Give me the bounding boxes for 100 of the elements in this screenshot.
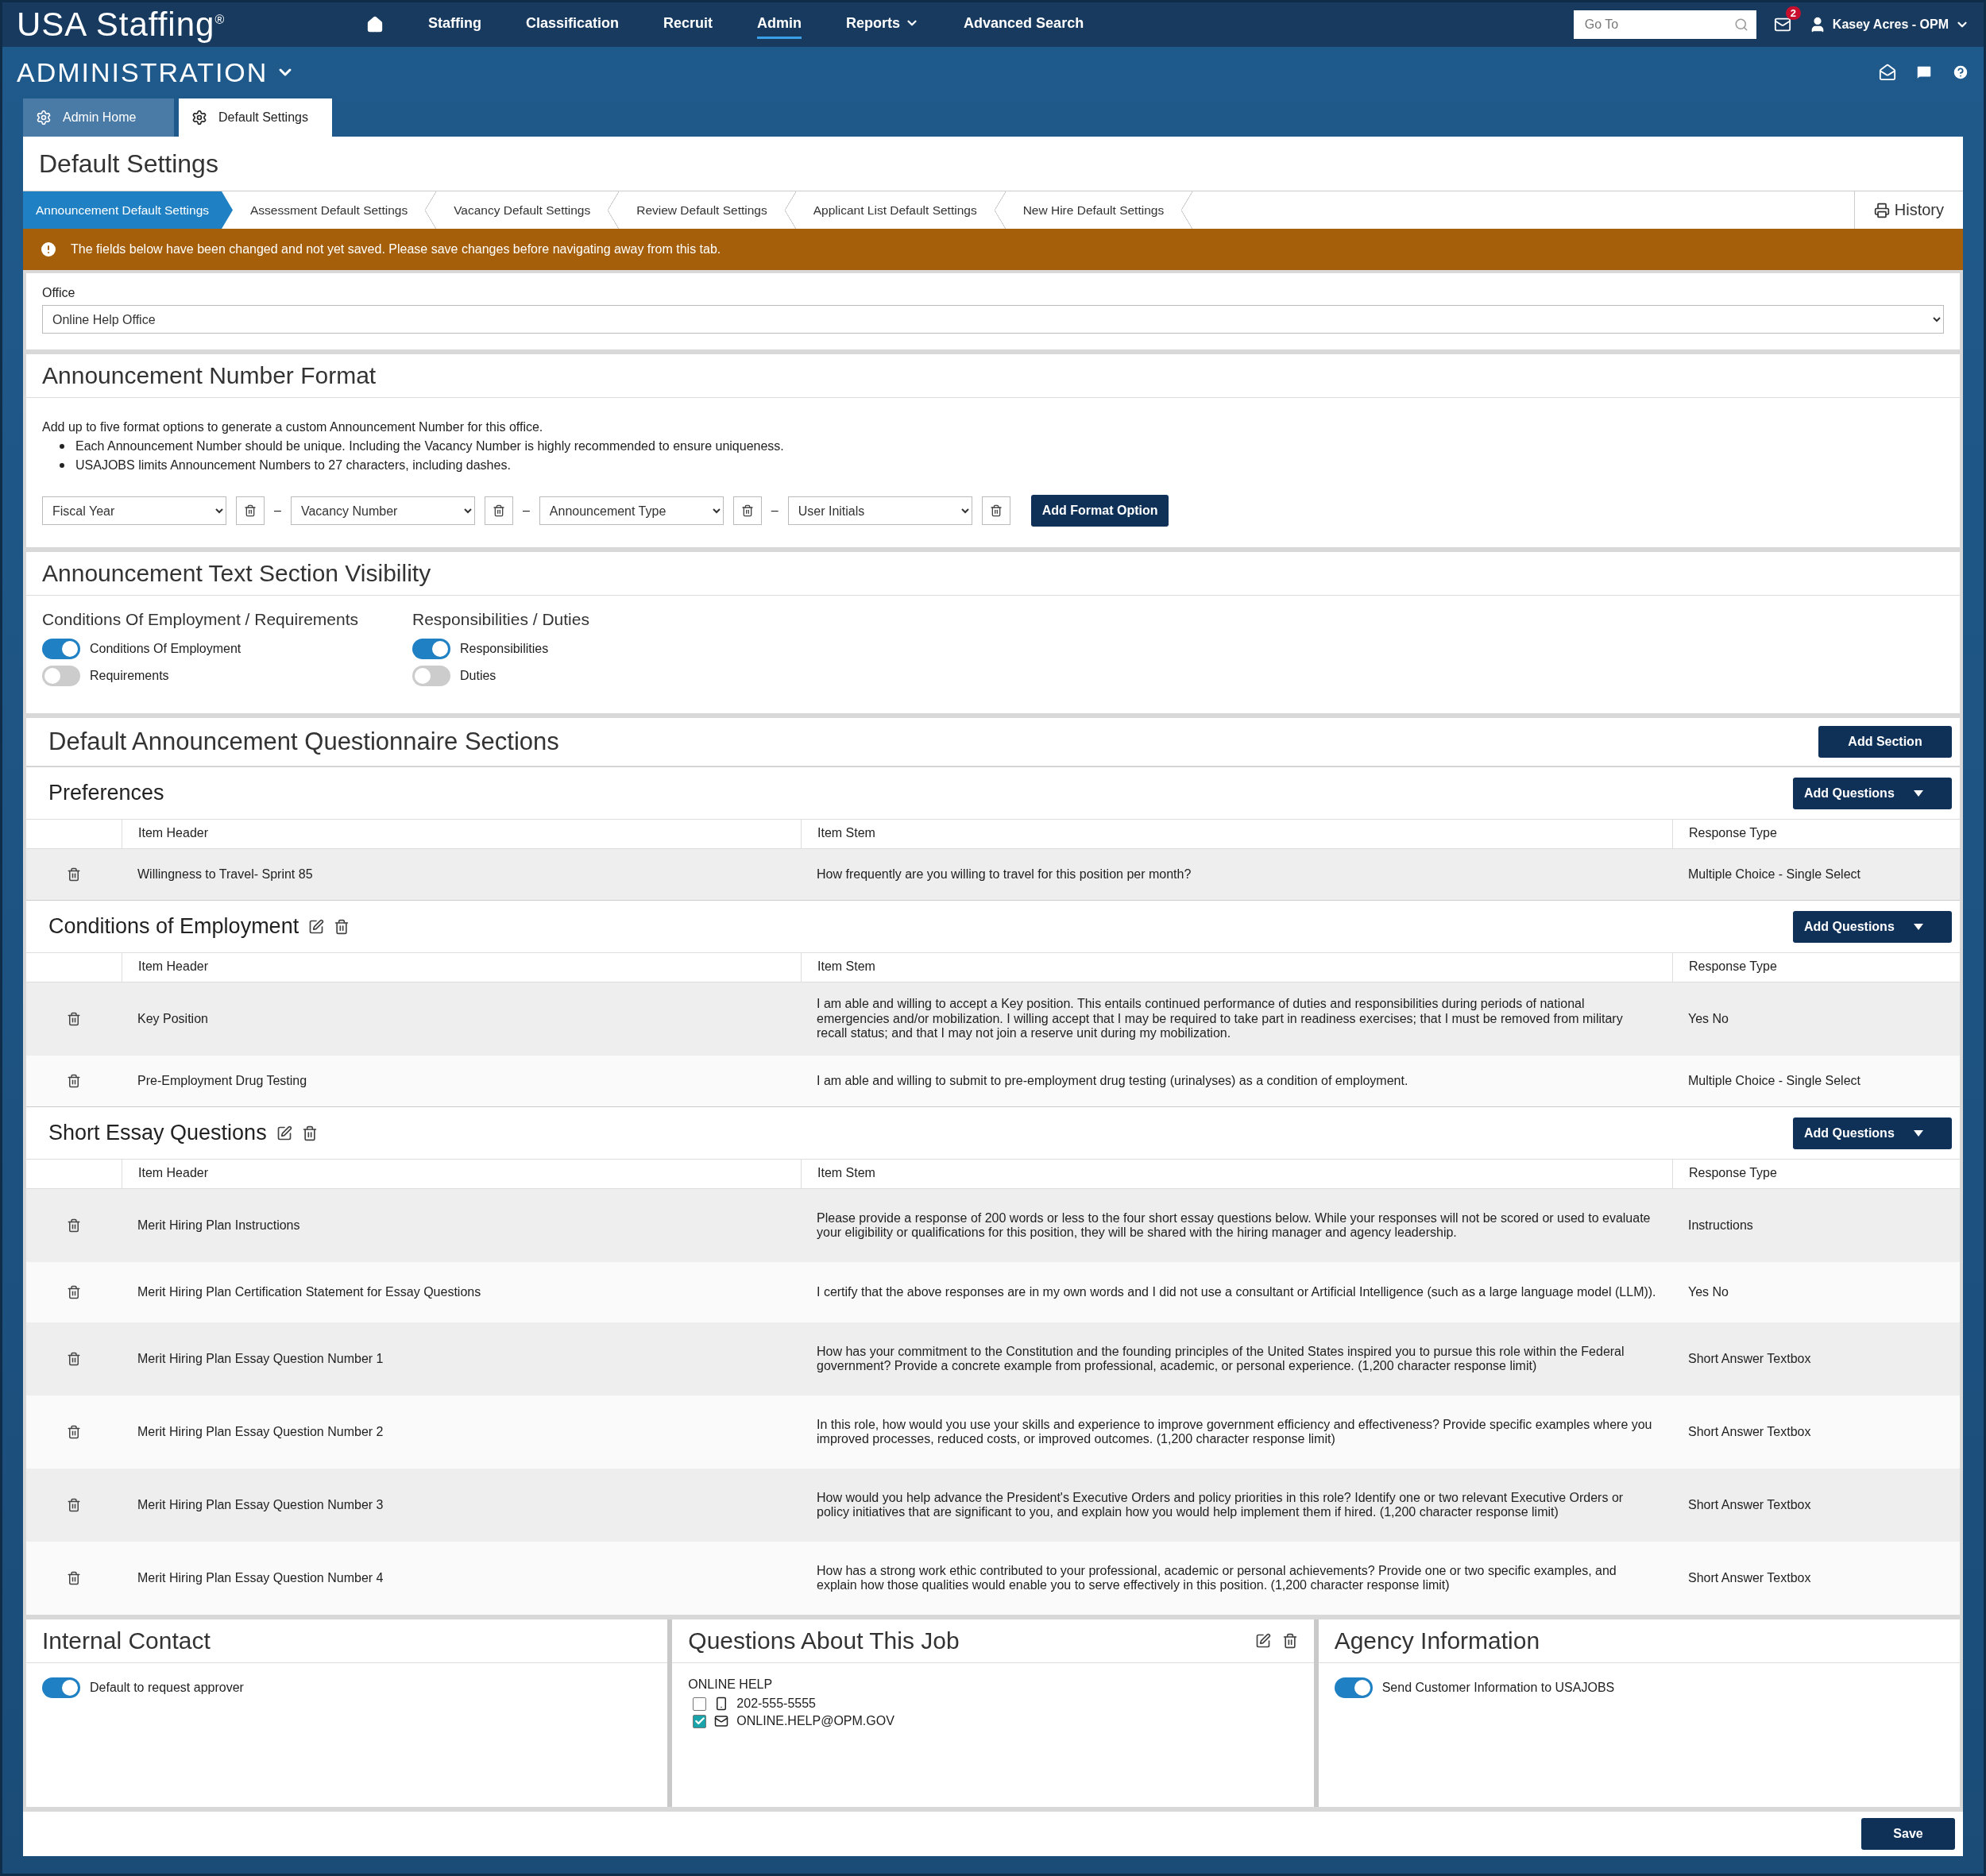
home-icon[interactable] (366, 15, 384, 33)
delete-icon[interactable] (67, 1285, 81, 1299)
separator-dash: – (771, 504, 779, 518)
page-title: Default Settings (23, 137, 1963, 191)
section-heading: Announcement Number Format (26, 354, 1960, 398)
search-field[interactable]: Go To (1573, 10, 1756, 39)
delete-icon[interactable] (67, 1352, 81, 1366)
delete-button[interactable] (981, 496, 1010, 525)
add-questions-button[interactable]: Add Questions (1793, 910, 1952, 943)
printer-icon (1873, 202, 1890, 218)
table-cell: Short Answer Textbox (1672, 1469, 1960, 1542)
checkbox[interactable] (693, 1697, 707, 1711)
section-title: Conditions of Employment (48, 914, 299, 939)
bullet-text: Each Announcement Number should be unique. Including the Vacancy Number is highly recommended to ensure uniqueness. (75, 439, 784, 454)
delete-icon[interactable] (67, 867, 81, 882)
save-button[interactable]: Save (1861, 1818, 1955, 1850)
nav-link[interactable]: Admin (757, 10, 802, 39)
settings-tab[interactable]: Assessment Default Settings (233, 191, 426, 229)
office-dropdown[interactable]: Online Help Office (42, 305, 1944, 334)
nav-link[interactable]: Classification (526, 10, 620, 39)
settings-tab[interactable]: Review Default Settings (619, 191, 785, 229)
toggle-label: Send Customer Information to USAJOBS (1381, 1681, 1615, 1695)
delete-icon[interactable] (67, 1425, 81, 1439)
intro-text: Add up to five format options to generate a custom Announcement Number for this office. (42, 420, 544, 434)
nav-link[interactable]: Reports (846, 10, 920, 39)
edit-icon[interactable] (308, 918, 325, 935)
add-format-option-button[interactable]: Add Format Option (1030, 495, 1169, 527)
toggle-switch[interactable] (412, 666, 450, 686)
toggle-switch[interactable] (42, 1677, 80, 1698)
column-header: Item Header (122, 1160, 801, 1188)
table-cell: Yes No (1672, 1262, 1960, 1322)
settings-tab[interactable]: Announcement Default Settings (23, 191, 233, 229)
caret-icon (1913, 1129, 1923, 1137)
warning-message: The fields below have been changed and not yet saved. Please save changes before navigating away from this tab. (71, 242, 721, 257)
checkbox[interactable] (693, 1714, 707, 1728)
edit-icon[interactable] (1254, 1633, 1271, 1649)
mail-open-icon[interactable] (1879, 64, 1896, 82)
caret-icon (1913, 923, 1923, 930)
toggle-switch[interactable] (412, 639, 450, 659)
search-icon[interactable] (1733, 17, 1748, 32)
delete-icon[interactable] (67, 1012, 81, 1026)
add-section-button[interactable]: Add Section (1818, 726, 1952, 758)
delete-icon[interactable] (67, 1571, 81, 1585)
trash-icon (492, 504, 505, 517)
format-dropdown[interactable]: User Initials (787, 496, 972, 525)
column-header: Item Stem (801, 820, 1672, 848)
table-cell: How has a strong work ethic contributed to your professional, academic or personal achievements? Provide one or two specific examples, and explain how those qualities would enable you to serve effectively in this position. (1,200 character response limit) (801, 1542, 1672, 1615)
nav-link[interactable]: Advanced Search (964, 10, 1084, 39)
toggle-switch[interactable] (42, 666, 80, 686)
notification-badge: 2 (1785, 6, 1801, 20)
delete-icon[interactable] (334, 918, 350, 935)
delete-button[interactable] (484, 496, 513, 525)
toggle-label: Conditions Of Employment (90, 642, 241, 656)
settings-tab[interactable]: New Hire Default Settings (1005, 191, 1182, 229)
add-questions-button[interactable]: Add Questions (1793, 1117, 1952, 1149)
edit-icon[interactable] (276, 1125, 292, 1141)
table-cell: Merit Hiring Plan Essay Question Number 1 (122, 1322, 801, 1395)
table-cell: Willingness to Travel- Sprint 85 (122, 849, 801, 900)
contact-detail: 202-555-5555 (736, 1697, 816, 1711)
page-tab[interactable]: Default Settings (179, 98, 332, 137)
logo: USA Staffing$^{®}$ (17, 5, 226, 44)
toggle-switch[interactable] (1334, 1677, 1373, 1698)
settings-tab[interactable]: Vacancy Default Settings (436, 191, 609, 229)
format-dropdown[interactable]: Fiscal Year (42, 496, 226, 525)
table-cell: Merit Hiring Plan Essay Question Number 2 (122, 1395, 801, 1469)
page-tab[interactable]: Admin Home (23, 98, 174, 137)
section-title: Preferences (48, 781, 164, 805)
trash-icon (244, 504, 257, 517)
nav-link[interactable]: Recruit (663, 10, 713, 39)
panel-title: Agency Information (1334, 1627, 1540, 1654)
field-label: Office (42, 286, 76, 300)
gear-icon (36, 110, 52, 125)
format-dropdown[interactable]: Vacancy Number (290, 496, 475, 525)
delete-button[interactable] (236, 496, 265, 525)
toggle-label: Responsibilities (460, 642, 549, 656)
module-title[interactable]: ADMINISTRATION (17, 56, 296, 88)
table-cell: Yes No (1672, 982, 1960, 1056)
bullet-icon (60, 444, 64, 449)
gear-icon (191, 110, 207, 125)
add-questions-button[interactable]: Add Questions (1793, 777, 1952, 809)
table-cell: Merit Hiring Plan Essay Question Number 4 (122, 1542, 801, 1615)
toggle-switch[interactable] (42, 639, 80, 659)
format-dropdown[interactable]: Announcement Type (539, 496, 724, 525)
contact-name: ONLINE HELP (688, 1677, 774, 1692)
delete-button[interactable] (732, 496, 762, 525)
delete-icon[interactable] (1281, 1633, 1298, 1649)
table-cell: Merit Hiring Plan Essay Question Number 3 (122, 1469, 801, 1542)
delete-icon[interactable] (67, 1218, 81, 1233)
table-cell: How frequently are you willing to travel for this position per month? (801, 849, 1672, 900)
user-menu[interactable]: Kasey Acres - OPM (1808, 15, 1969, 33)
column-header: Item Stem (801, 1160, 1672, 1188)
nav-link[interactable]: Staffing (428, 10, 481, 39)
delete-icon[interactable] (67, 1074, 81, 1088)
help-icon[interactable] (1952, 64, 1969, 82)
table-cell: Key Position (122, 982, 801, 1056)
separator-dash: – (274, 504, 281, 518)
delete-icon[interactable] (67, 1498, 81, 1512)
delete-icon[interactable] (301, 1125, 318, 1141)
toggle-label: Default to request approver (90, 1681, 244, 1695)
settings-tab[interactable]: Applicant List Default Settings (795, 191, 995, 229)
